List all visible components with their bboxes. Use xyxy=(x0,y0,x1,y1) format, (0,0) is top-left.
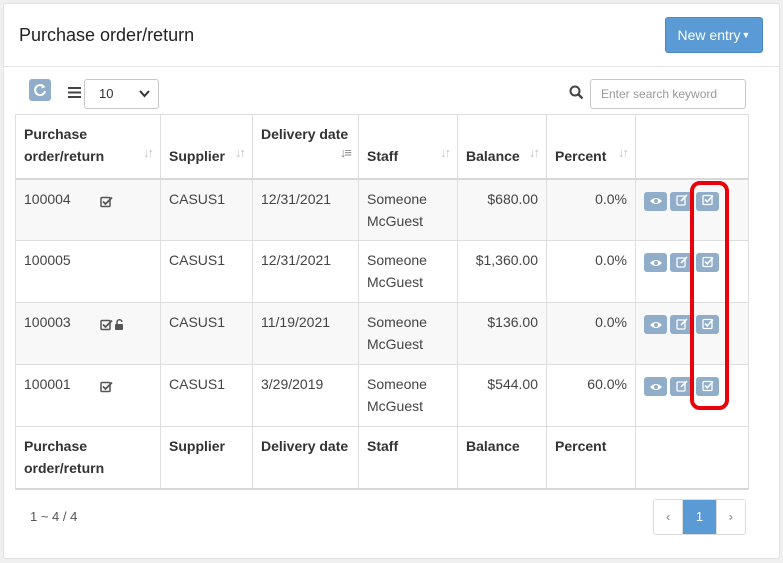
sort-icon: ↓↑ xyxy=(529,144,540,160)
record-summary: 1 ~ 4 / 4 xyxy=(30,509,78,524)
table-row[interactable]: 100005 CASUS1 12/31/2021 Someone McGuest… xyxy=(15,240,749,303)
staff-cell: Someone McGuest xyxy=(358,302,458,365)
check-square-icon xyxy=(100,192,113,214)
column-header-balance[interactable]: Balance ↓↑ xyxy=(457,114,547,180)
view-button[interactable] xyxy=(644,315,667,334)
percent-cell: 0.0% xyxy=(546,240,636,303)
view-icon xyxy=(649,190,663,212)
balance-cell: $136.00 xyxy=(457,302,547,365)
po-number: 100004 xyxy=(24,190,71,207)
percent-cell: 0.0% xyxy=(546,178,636,241)
column-header-actions xyxy=(635,114,749,180)
table-row[interactable]: 100003 CASUS1 11/19/2021 Someone McGuest… xyxy=(15,302,749,365)
new-entry-button[interactable]: New entry▼ xyxy=(665,17,763,53)
footer-percent: Percent xyxy=(546,426,636,490)
page-title: Purchase order/return xyxy=(19,25,195,45)
caret-down-icon: ▼ xyxy=(741,30,751,40)
po-number-cell[interactable]: 100005 xyxy=(15,240,161,303)
delivery-date-cell: 3/29/2019 xyxy=(252,364,359,427)
view-button[interactable] xyxy=(644,253,667,272)
footer-balance: Balance xyxy=(457,426,547,490)
footer-delivery-date: Delivery date xyxy=(252,426,359,490)
po-number: 100005 xyxy=(24,252,71,268)
pagination: ‹ 1 › xyxy=(653,499,746,535)
sort-icon: ↓↑ xyxy=(143,144,154,160)
footer-actions xyxy=(635,426,749,490)
column-header-percent[interactable]: Percent ↓↑ xyxy=(546,114,636,180)
column-header-staff[interactable]: Staff ↓↑ xyxy=(358,114,458,180)
edit-icon xyxy=(675,314,688,336)
sort-desc-icon: ↓≡ xyxy=(339,144,352,160)
check-square-icon xyxy=(100,315,113,337)
po-number: 100001 xyxy=(24,376,71,392)
chevron-down-icon xyxy=(139,90,150,98)
unlock-icon xyxy=(114,315,125,337)
view-icon xyxy=(649,376,663,398)
supplier-cell: CASUS1 xyxy=(160,178,253,241)
sort-icon: ↓↑ xyxy=(618,144,629,160)
footer-purchase-order: Purchase order/return xyxy=(15,426,161,490)
refresh-icon xyxy=(34,84,46,97)
delivery-date-cell: 12/31/2021 xyxy=(252,240,359,303)
column-header-purchase-order[interactable]: Purchase order/return ↓↑ xyxy=(15,114,161,180)
check-square-icon xyxy=(100,377,113,399)
po-number-cell[interactable]: 100003 xyxy=(15,302,161,365)
view-button[interactable] xyxy=(644,190,667,212)
table-row[interactable]: 100004 CASUS1 12/31/2021 Someone McGuest… xyxy=(15,178,749,241)
supplier-cell: CASUS1 xyxy=(160,364,253,427)
purchase-order-table: Purchase order/return ↓↑ Supplier ↓↑ Deliv… xyxy=(15,114,749,490)
staff-cell: Someone McGuest xyxy=(358,178,458,241)
balance-cell: $544.00 xyxy=(457,364,547,427)
view-icon xyxy=(649,252,663,274)
footer-staff: Staff xyxy=(358,426,458,490)
staff-cell: Someone McGuest xyxy=(358,240,458,303)
staff-cell: Someone McGuest xyxy=(358,364,458,427)
panel-header: Purchase order/return New entry▼ xyxy=(4,4,779,67)
column-header-supplier[interactable]: Supplier ↓↑ xyxy=(160,114,253,180)
refresh-button[interactable] xyxy=(29,79,51,101)
view-button[interactable] xyxy=(644,377,667,396)
search-input[interactable] xyxy=(590,79,746,109)
next-page-button[interactable]: › xyxy=(715,500,745,534)
balance-cell: $1,360.00 xyxy=(457,240,547,303)
delivery-date-cell: 12/31/2021 xyxy=(252,178,359,241)
prev-page-button[interactable]: ‹ xyxy=(654,500,684,534)
search-icon xyxy=(569,85,584,105)
column-header-delivery-date[interactable]: Delivery date ↓≡ xyxy=(252,114,359,180)
footer-supplier: Supplier xyxy=(160,426,253,490)
columns-menu-icon[interactable] xyxy=(68,85,81,103)
page-1-button[interactable]: 1 xyxy=(683,500,716,534)
table-row[interactable]: 100001 CASUS1 3/29/2019 Someone McGuest … xyxy=(15,364,749,427)
percent-cell: 0.0% xyxy=(546,302,636,365)
po-number: 100003 xyxy=(24,314,71,330)
sort-icon: ↓↑ xyxy=(440,144,451,160)
highlight-annotation xyxy=(690,181,729,410)
percent-cell: 60.0% xyxy=(546,364,636,427)
po-number-cell[interactable]: 100001 xyxy=(15,364,161,427)
supplier-cell: CASUS1 xyxy=(160,302,253,365)
delivery-date-cell: 11/19/2021 xyxy=(252,302,359,365)
edit-icon xyxy=(675,190,688,212)
balance-cell: $680.00 xyxy=(457,178,547,241)
view-icon xyxy=(649,314,663,336)
page-size-select[interactable]: 10 xyxy=(84,79,159,109)
edit-icon xyxy=(675,376,688,398)
supplier-cell: CASUS1 xyxy=(160,240,253,303)
po-number-cell[interactable]: 100004 xyxy=(15,178,161,241)
edit-icon xyxy=(675,252,688,274)
sort-icon: ↓↑ xyxy=(235,144,246,160)
